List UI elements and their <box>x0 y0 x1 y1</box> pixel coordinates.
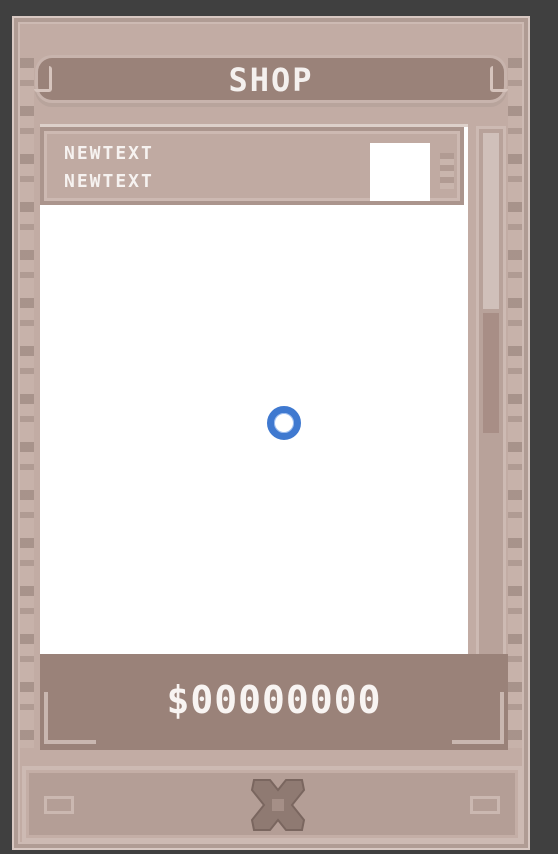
scrollbar-upper-track <box>483 133 499 309</box>
frame-left-carving <box>20 58 34 748</box>
close-button[interactable] <box>248 776 308 834</box>
item-ornament <box>440 153 454 189</box>
window-title: SHOP <box>228 61 314 99</box>
bottom-bar <box>22 766 522 842</box>
money-right-ornament <box>452 692 504 744</box>
item-thumbnail <box>370 143 430 201</box>
loading-spinner-icon <box>267 406 301 440</box>
money-bar: $00000000 <box>40 654 508 750</box>
close-x-icon <box>250 779 306 831</box>
bottom-left-ornament <box>44 796 74 814</box>
scrollbar-thumb[interactable] <box>483 313 499 433</box>
item-name-text: NEWTEXT <box>64 143 154 164</box>
money-left-ornament <box>44 692 96 744</box>
frame-right-carving <box>508 58 522 748</box>
bottom-right-ornament <box>470 796 500 814</box>
scrollbar[interactable] <box>476 126 506 682</box>
list-item[interactable]: NEWTEXT NEWTEXT <box>40 127 464 205</box>
shop-window: SHOP NEWTEXT NEWTEXT $00000000 <box>12 16 530 850</box>
shop-item-list[interactable]: NEWTEXT NEWTEXT <box>40 124 468 657</box>
title-bar: SHOP <box>34 58 508 100</box>
money-counter: $00000000 <box>166 678 382 722</box>
item-desc-text: NEWTEXT <box>64 171 154 192</box>
